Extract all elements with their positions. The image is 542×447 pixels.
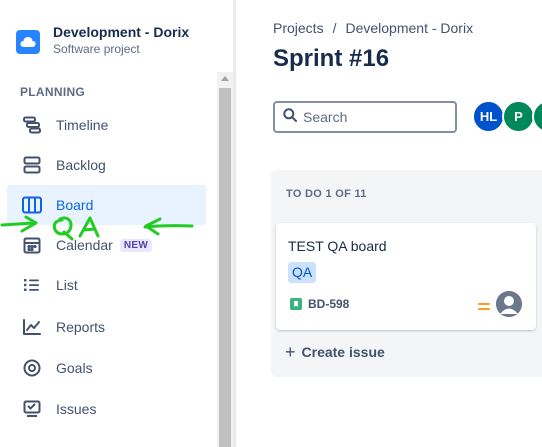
project-name: Development - Dorix [53,24,190,40]
sidebar-item-issues[interactable]: Issues [7,389,206,429]
backlog-icon [21,154,43,176]
sidebar-item-list[interactable]: List [7,265,206,305]
sidebar-item-calendar[interactable]: Calendar NEW [7,225,206,265]
sidebar-item-goals[interactable]: Goals [7,348,206,388]
sidebar-item-timeline[interactable]: Timeline [7,105,206,145]
breadcrumb-separator: / [332,20,337,36]
avatar-more[interactable] [532,100,542,133]
sidebar-item-label: Issues [56,401,97,417]
page-title: Sprint #16 [273,45,390,72]
avatar-hl[interactable]: HL [472,100,505,133]
project-type: Software project [53,42,140,56]
sidebar-divider [233,0,236,447]
planning-section-label: PLANNING [20,85,86,99]
app-window: Development - Dorix Software project PLA… [0,0,542,447]
project-header[interactable]: Development - Dorix Software project [16,24,189,57]
timeline-icon [21,114,43,136]
board-icon [21,194,43,216]
scroll-up-arrow-icon[interactable] [221,76,229,81]
sidebar-item-backlog[interactable]: Backlog [7,145,206,185]
assignee-avatar-icon[interactable] [496,291,522,317]
issue-card[interactable]: TEST QA board QA BD-598 [276,223,536,330]
sidebar-item-label: Timeline [56,117,109,133]
story-icon [290,298,302,310]
goals-icon [21,357,43,379]
breadcrumb: Projects / Development - Dorix [273,20,473,36]
search-input[interactable]: Search [273,101,457,133]
sidebar-item-label: Board [56,197,94,213]
search-icon [283,107,297,127]
list-icon [21,274,43,296]
create-issue-label: Create issue [301,344,385,360]
sidebar-item-label: Goals [56,360,93,376]
sidebar-item-label: Calendar [56,237,113,253]
priority-medium-icon [477,299,491,317]
sidebar-item-label: Backlog [56,157,106,173]
column-header: TO DO 1 OF 11 [286,188,367,200]
card-title: TEST QA board [288,238,387,254]
project-logo-icon [16,30,40,54]
reports-icon [21,316,43,338]
sidebar-item-label: Reports [56,319,106,335]
breadcrumb-projects[interactable]: Projects [273,20,324,36]
card-key: BD-598 [290,297,349,311]
sidebar: Development - Dorix Software project PLA… [0,0,217,447]
card-label: QA [288,262,317,283]
issue-key[interactable]: BD-598 [308,297,349,311]
sidebar-item-board[interactable]: Board [7,185,206,225]
breadcrumb-project[interactable]: Development - Dorix [345,20,473,36]
issues-icon [21,398,43,420]
plus-icon: + [285,342,296,362]
sidebar-item-label: List [56,277,78,293]
search-placeholder: Search [303,109,348,125]
new-badge: NEW [119,238,153,252]
sidebar-item-reports[interactable]: Reports [7,307,206,347]
create-issue-button[interactable]: + Create issue [285,343,385,361]
avatar-p[interactable]: P [502,100,535,133]
scrollbar-thumb[interactable] [219,88,231,447]
sidebar-scrollbar[interactable] [217,72,233,447]
calendar-icon [21,234,43,256]
